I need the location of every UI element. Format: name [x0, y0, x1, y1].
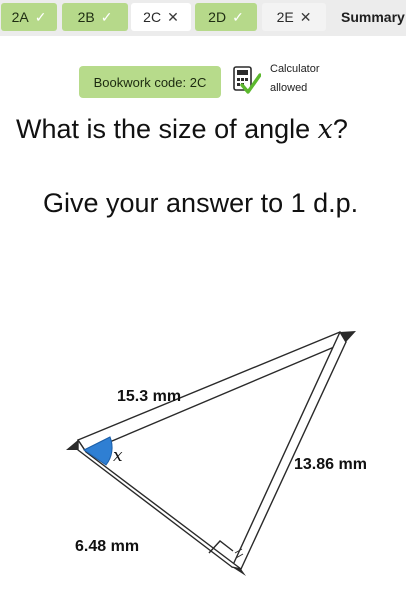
bookwork-code-badge: Bookwork code: 2C: [79, 66, 221, 98]
check-icon: ✓: [34, 8, 47, 25]
right-angle-marker: [208, 540, 234, 554]
cross-icon: ✕: [299, 8, 312, 25]
hypotenuse-length-label: 15.3 mm: [117, 388, 182, 405]
tab-label: 2A: [11, 9, 29, 25]
tab-2c[interactable]: 2C ✕: [131, 3, 191, 31]
adjacent-length-label: 6.48 mm: [75, 538, 140, 555]
tab-summary[interactable]: Summary: [341, 3, 406, 31]
instruction-text: Give your answer to 1 d.p.: [43, 188, 359, 218]
angle-sector: [83, 436, 113, 466]
left-arrow-tip: [66, 440, 78, 450]
tab-label: Summary: [341, 9, 405, 25]
tab-2e[interactable]: 2E ✕: [262, 3, 326, 31]
angle-x-label: x: [113, 446, 123, 466]
question-text: What is the size of angle x?: [16, 114, 348, 145]
bookwork-code-label: Bookwork code: 2C: [93, 74, 207, 90]
calculator-label: Calculator: [270, 63, 320, 75]
tab-2a[interactable]: 2A ✓: [1, 3, 57, 31]
opposite-side-band: [231, 331, 347, 570]
tab-label: 2E: [276, 9, 294, 25]
check-icon: ✓: [232, 8, 244, 25]
calculator-icon: [233, 66, 261, 94]
tab-bar: 2A ✓ 2B ✓ 2C ✕ 2D ✓ 2E ✕ Summary: [0, 0, 406, 36]
tab-2d[interactable]: 2D ✓: [195, 3, 257, 31]
tab-label: 2B: [77, 9, 95, 25]
opposite-length-label: 13.86 mm: [294, 456, 367, 473]
tab-label: 2D: [208, 9, 227, 25]
question-variable: x: [317, 114, 333, 145]
check-icon: ✓: [100, 8, 113, 25]
question-suffix: ?: [332, 114, 348, 144]
hypotenuse-arrow-tip: [340, 331, 356, 342]
question-prefix: What is the size of angle: [16, 114, 318, 144]
calculator-allowed-label: allowed: [270, 82, 308, 94]
adjacent-arrow-tip: [232, 567, 246, 576]
tab-label: 2C: [143, 9, 162, 25]
cross-icon: ✕: [167, 8, 179, 25]
tab-2b[interactable]: 2B ✓: [62, 3, 128, 31]
